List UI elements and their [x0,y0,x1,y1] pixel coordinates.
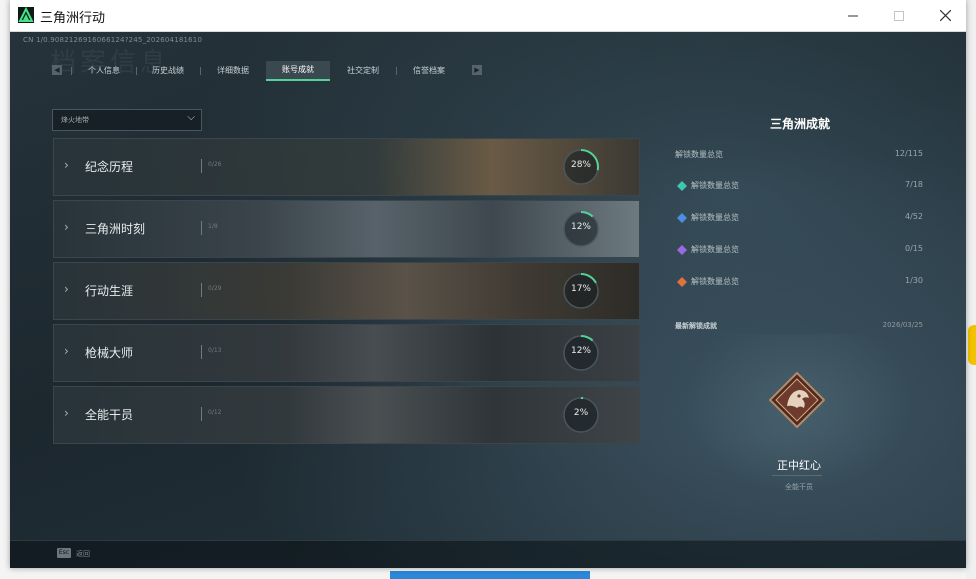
category-background [54,139,639,195]
tab-separator [396,67,397,75]
category-divider [201,221,202,235]
progress-percent: 12% [570,346,591,356]
latest-unlock-date: 2026/03/25 [882,321,923,329]
tab-achievements[interactable]: 账号成就 [266,61,330,81]
mode-filter-dropdown[interactable]: 烽火地带 ⌵ [52,109,202,131]
blue-diamond-icon [677,213,687,223]
latest-unlock-header: 最新解锁成就 2026/03/25 [675,321,923,331]
category-name: 行动生涯 [85,284,134,298]
unlock-tier-row: 解锁数量总览 7/18 [675,180,923,194]
unlock-tier-row: 解锁数量总览 4/52 [675,212,923,226]
chevron-right-icon: › [64,282,69,296]
badge-name: 正中红心 [777,459,821,472]
esc-key-hint[interactable]: Esc [57,548,71,558]
purple-diamond-icon [677,245,687,255]
tab-separator [71,67,72,75]
tab-profile[interactable]: 个人信息 [74,61,134,81]
progress-percent: 12% [570,222,591,232]
background-page-bar [390,571,590,579]
teal-diamond-icon [677,181,687,191]
unlock-tier-label: 解锁数量总览 [691,213,739,222]
category-divider [201,283,202,297]
unlock-tier-label: 解锁数量总览 [691,181,739,190]
maximize-button[interactable] [876,0,922,31]
mode-filter-value: 烽火地带 [61,116,89,124]
chevron-right-icon: › [64,344,69,358]
category-divider [201,345,202,359]
close-icon [939,10,951,21]
category-row[interactable]: › 全能干员 0/12 2% [53,386,640,444]
latest-unlock-label: 最新解锁成就 [675,322,717,330]
chevron-right-icon: › [64,220,69,234]
unlock-tier-value: 1/30 [905,276,923,285]
progress-percent: 28% [570,160,591,170]
chevron-right-icon: › [64,406,69,420]
unlock-tier-value: 7/18 [905,180,923,189]
category-divider [201,407,202,421]
tab-match-history[interactable]: 历史战绩 [138,61,198,81]
dragon-badge-icon [769,372,825,428]
chevron-down-icon: ⌵ [187,112,195,123]
achievement-panel-title: 三角洲成就 [769,117,830,131]
tab-credit-record[interactable]: 信誉档案 [398,61,460,81]
minimize-icon [848,15,858,16]
category-background [54,325,639,381]
category-name: 三角洲时刻 [85,222,146,236]
category-row[interactable]: › 纪念历程 0/26 28% [53,138,640,196]
category-name: 纪念历程 [85,160,134,174]
background-page-strip [966,0,976,579]
progress-percent: 2% [573,408,589,418]
category-row[interactable]: › 枪械大师 0/13 12% [53,324,640,382]
unlock-tier-label: 解锁数量总览 [691,277,739,286]
unlock-summary-row: 解锁数量总览 12/115 [675,149,923,163]
title-bar: 三角洲行动 [10,0,966,32]
back-label[interactable]: 返回 [76,549,90,559]
tab-prev-button[interactable]: ◀ [52,65,62,75]
category-row[interactable]: › 三角洲时刻 1/8 12% [53,200,640,258]
category-background [54,263,639,319]
tab-bar: ◀ 个人信息 历史战绩 详细数据 账号成就 社交定制 信誉档案 ▶ [52,61,482,81]
category-background [54,387,639,443]
tab-next-button[interactable]: ▶ [472,65,482,75]
tab-social-custom[interactable]: 社交定制 [332,61,394,81]
progress-percent: 17% [570,284,591,294]
unlock-tier-value: 4/52 [905,212,923,221]
game-content: CN 1/0.9082126916066124?245_202604181610… [10,32,966,568]
unlock-tier-row: 解锁数量总览 0/15 [675,244,923,258]
badge-divider [772,475,822,476]
delta-force-logo-icon [18,7,34,23]
tab-separator [200,67,201,75]
category-divider [201,159,202,173]
orange-diamond-icon [677,277,687,287]
close-button[interactable] [922,0,966,31]
app-window: 三角洲行动 CN 1/0.9082126916066124?245_202604… [10,0,966,568]
category-name: 全能干员 [85,408,134,422]
category-count: 0/13 [208,347,222,354]
window-title: 三角洲行动 [40,11,106,26]
category-count: 0/29 [208,285,222,292]
unlock-tier-label: 解锁数量总览 [691,245,739,254]
category-count: 1/8 [208,223,218,230]
category-row[interactable]: › 行动生涯 0/29 17% [53,262,640,320]
unlock-tier-value: 0/15 [905,244,923,253]
footer-bar: Esc 返回 [10,540,966,568]
tab-detailed-data[interactable]: 详细数据 [202,61,264,81]
unlock-tier-row: 解锁数量总览 1/30 [675,276,923,290]
background-page-accent [968,325,976,365]
category-count: 0/12 [208,409,222,416]
category-name: 枪械大师 [85,346,134,360]
unlock-summary-label: 解锁数量总览 [675,150,723,159]
category-count: 0/26 [208,161,222,168]
maximize-icon [894,10,904,21]
badge-category: 全能干员 [785,483,813,491]
minimize-button[interactable] [830,0,876,31]
tab-separator [136,67,137,75]
chevron-right-icon: › [64,158,69,172]
unlock-summary-value: 12/115 [894,149,923,158]
